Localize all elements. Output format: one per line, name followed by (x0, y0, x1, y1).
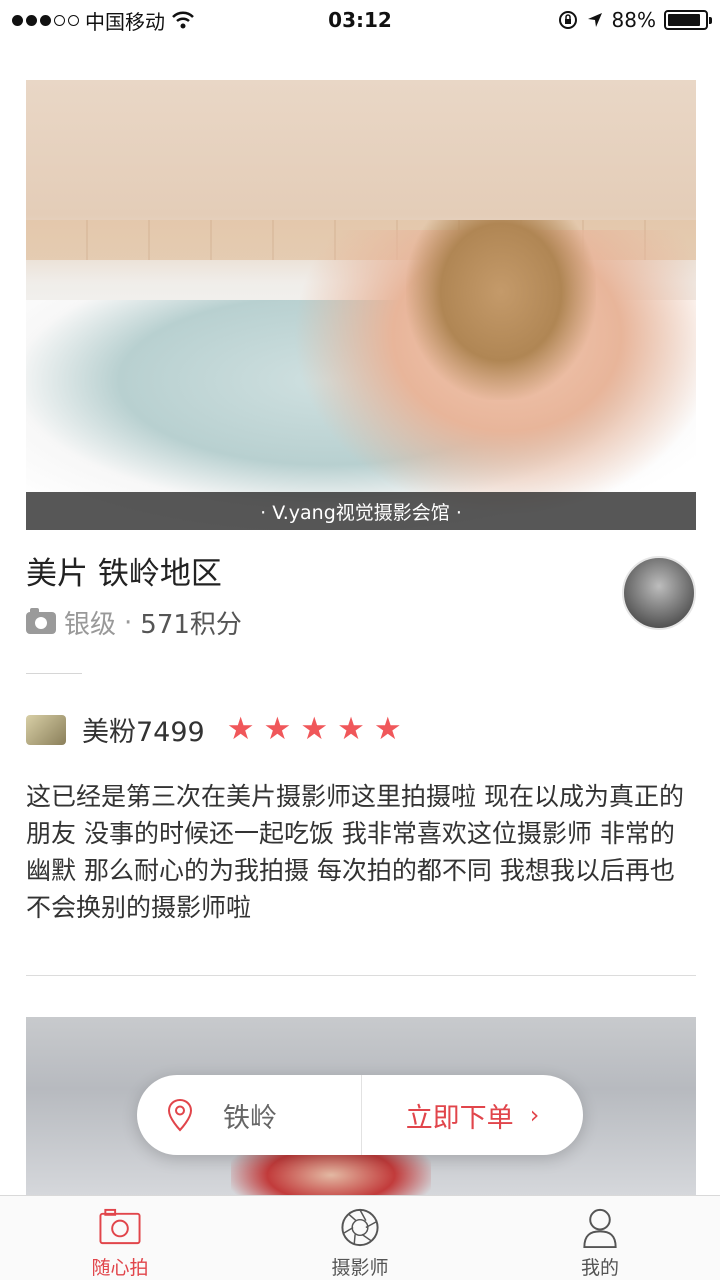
action-pill: 铁岭 立即下单 › (137, 1075, 583, 1155)
signal-strength-icon (12, 14, 79, 26)
reviewer-name: 美粉7499 (82, 717, 205, 748)
order-now-label: 立即下单 (405, 1102, 514, 1134)
tab-mine[interactable]: 我的 (480, 1196, 720, 1280)
location-label: 铁岭 (223, 1102, 277, 1134)
chevron-right-icon: › (529, 1101, 540, 1129)
wifi-icon (172, 11, 194, 29)
star-icon: ★ (373, 711, 402, 747)
star-icon: ★ (337, 711, 365, 747)
star-icon: ★ (300, 711, 329, 747)
aperture-icon (341, 1208, 379, 1247)
meta-separator: · (124, 607, 133, 638)
photographer-points: 571积分 (140, 610, 242, 640)
tab-bar: 随心拍 摄影师 我的 (0, 1195, 720, 1280)
tab-shoot[interactable]: 随心拍 (0, 1196, 240, 1280)
battery-fill (668, 14, 700, 26)
tab-label: 我的 (580, 1257, 619, 1279)
star-icon: ★ (226, 711, 255, 747)
location-arrow-icon (587, 13, 602, 27)
photo-caption: · V.yang视觉摄影会馆 · (26, 492, 696, 530)
status-bar: 中国移动 03:12 88% (0, 0, 720, 40)
carrier-name: 中国移动 (85, 9, 165, 34)
tab-label: 随心拍 (91, 1257, 149, 1279)
photographer-avatar[interactable] (622, 556, 696, 630)
photo-model-hair (406, 220, 596, 400)
user-icon (583, 1208, 617, 1249)
review-header: 美粉7499 ★ ★ ★ ★ ★ (26, 710, 402, 749)
battery-icon (664, 10, 712, 30)
camera-icon (26, 607, 56, 634)
status-left: 中国移动 (12, 6, 195, 35)
photographer-level: 银级 (64, 610, 117, 640)
section-divider (26, 975, 696, 976)
star-icon: ★ (263, 711, 292, 747)
rating-stars: ★ ★ ★ ★ ★ (227, 714, 402, 745)
card-meta: 银级 · 571积分 (26, 604, 242, 641)
order-now-button[interactable]: 立即下单 › (362, 1075, 583, 1155)
reviewer-avatar[interactable] (26, 714, 66, 745)
divider (26, 673, 82, 674)
rotation-lock-icon (558, 11, 577, 29)
tab-label: 摄影师 (331, 1257, 389, 1279)
review-text: 这已经是第三次在美片摄影师这里拍摄啦 现在以成为真正的朋友 没事的时候还一起吃饭… (26, 782, 684, 922)
card-title: 美片 铁岭地区 (26, 556, 222, 592)
camera-icon (99, 1208, 141, 1245)
location-selector[interactable]: 铁岭 (137, 1075, 361, 1155)
tab-photographers[interactable]: 摄影师 (240, 1196, 480, 1280)
location-pin-icon (167, 1098, 193, 1132)
card-photo[interactable]: · V.yang视觉摄影会馆 · (26, 80, 696, 530)
status-right: 88% (558, 8, 712, 32)
battery-percentage: 88% (611, 8, 656, 32)
